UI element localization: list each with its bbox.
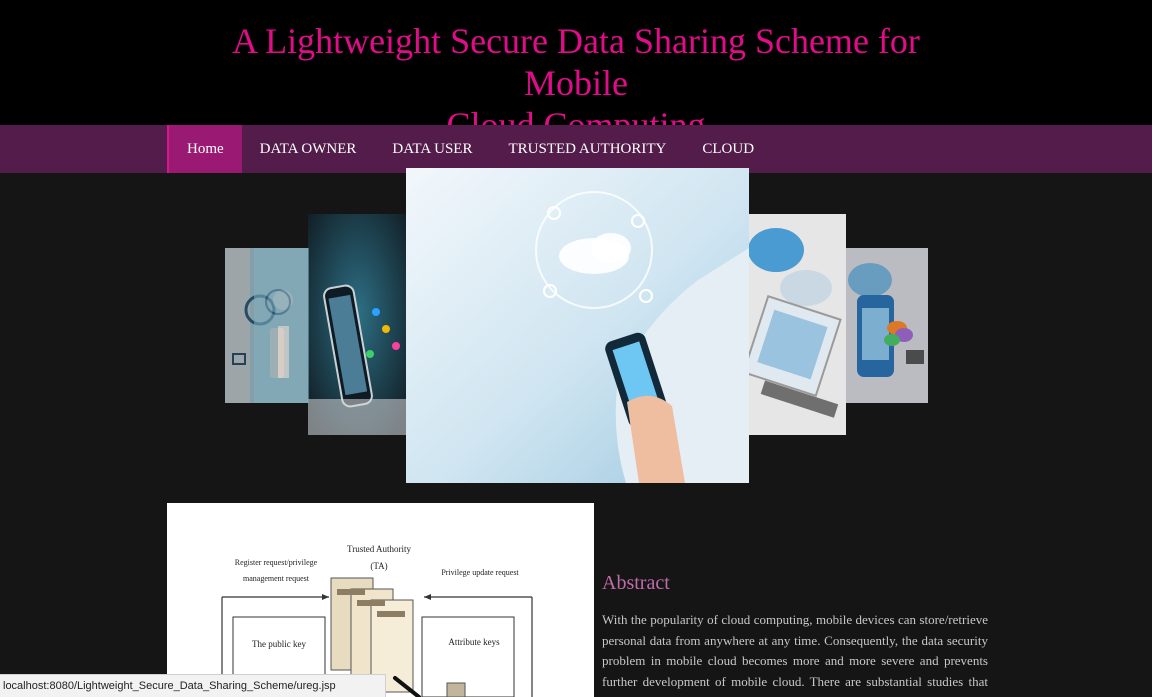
browser-status-url: localhost:8080/Lightweight_Secure_Data_S…: [0, 674, 386, 697]
mobile-cloud-slide[interactable]: [846, 248, 928, 403]
nav-home[interactable]: Home: [167, 125, 242, 173]
site-title-line1: A Lightweight Secure Data Sharing Scheme…: [232, 21, 920, 103]
nav-trusted-authority[interactable]: TRUSTED AUTHORITY: [490, 125, 684, 173]
ta-abbrev: (TA): [370, 561, 387, 571]
nav-data-user[interactable]: DATA USER: [374, 125, 490, 173]
attribute-keys-label: Attribute keys: [448, 637, 500, 647]
system-architecture-diagram: Trusted Authority (TA) Register request/…: [167, 503, 594, 697]
nav-cloud[interactable]: CLOUD: [684, 125, 772, 173]
abstract-text: With the popularity of cloud computing, …: [602, 612, 988, 697]
hand-phone-cloud-slide[interactable]: [406, 168, 749, 483]
public-key-label: The public key: [252, 639, 306, 649]
nav-data-owner[interactable]: DATA OWNER: [242, 125, 375, 173]
smartphone-apps-slide[interactable]: [308, 214, 408, 435]
cloud-laptop-slide[interactable]: [749, 214, 846, 435]
nav-menu: Home DATA OWNER DATA USER TRUSTED AUTHOR…: [167, 125, 772, 173]
left-request-line1: Register request/privilege: [235, 558, 318, 567]
left-request-line2: management request: [243, 574, 310, 583]
site-header: A Lightweight Secure Data Sharing Scheme…: [0, 0, 1152, 145]
cloud-brain-slide-overlay: [254, 248, 309, 403]
abstract-title: Abstract: [602, 572, 670, 594]
right-request-label: Privilege update request: [441, 568, 519, 577]
navbar: Home DATA OWNER DATA USER TRUSTED AUTHOR…: [0, 125, 1152, 173]
ta-label: Trusted Authority: [347, 544, 411, 554]
